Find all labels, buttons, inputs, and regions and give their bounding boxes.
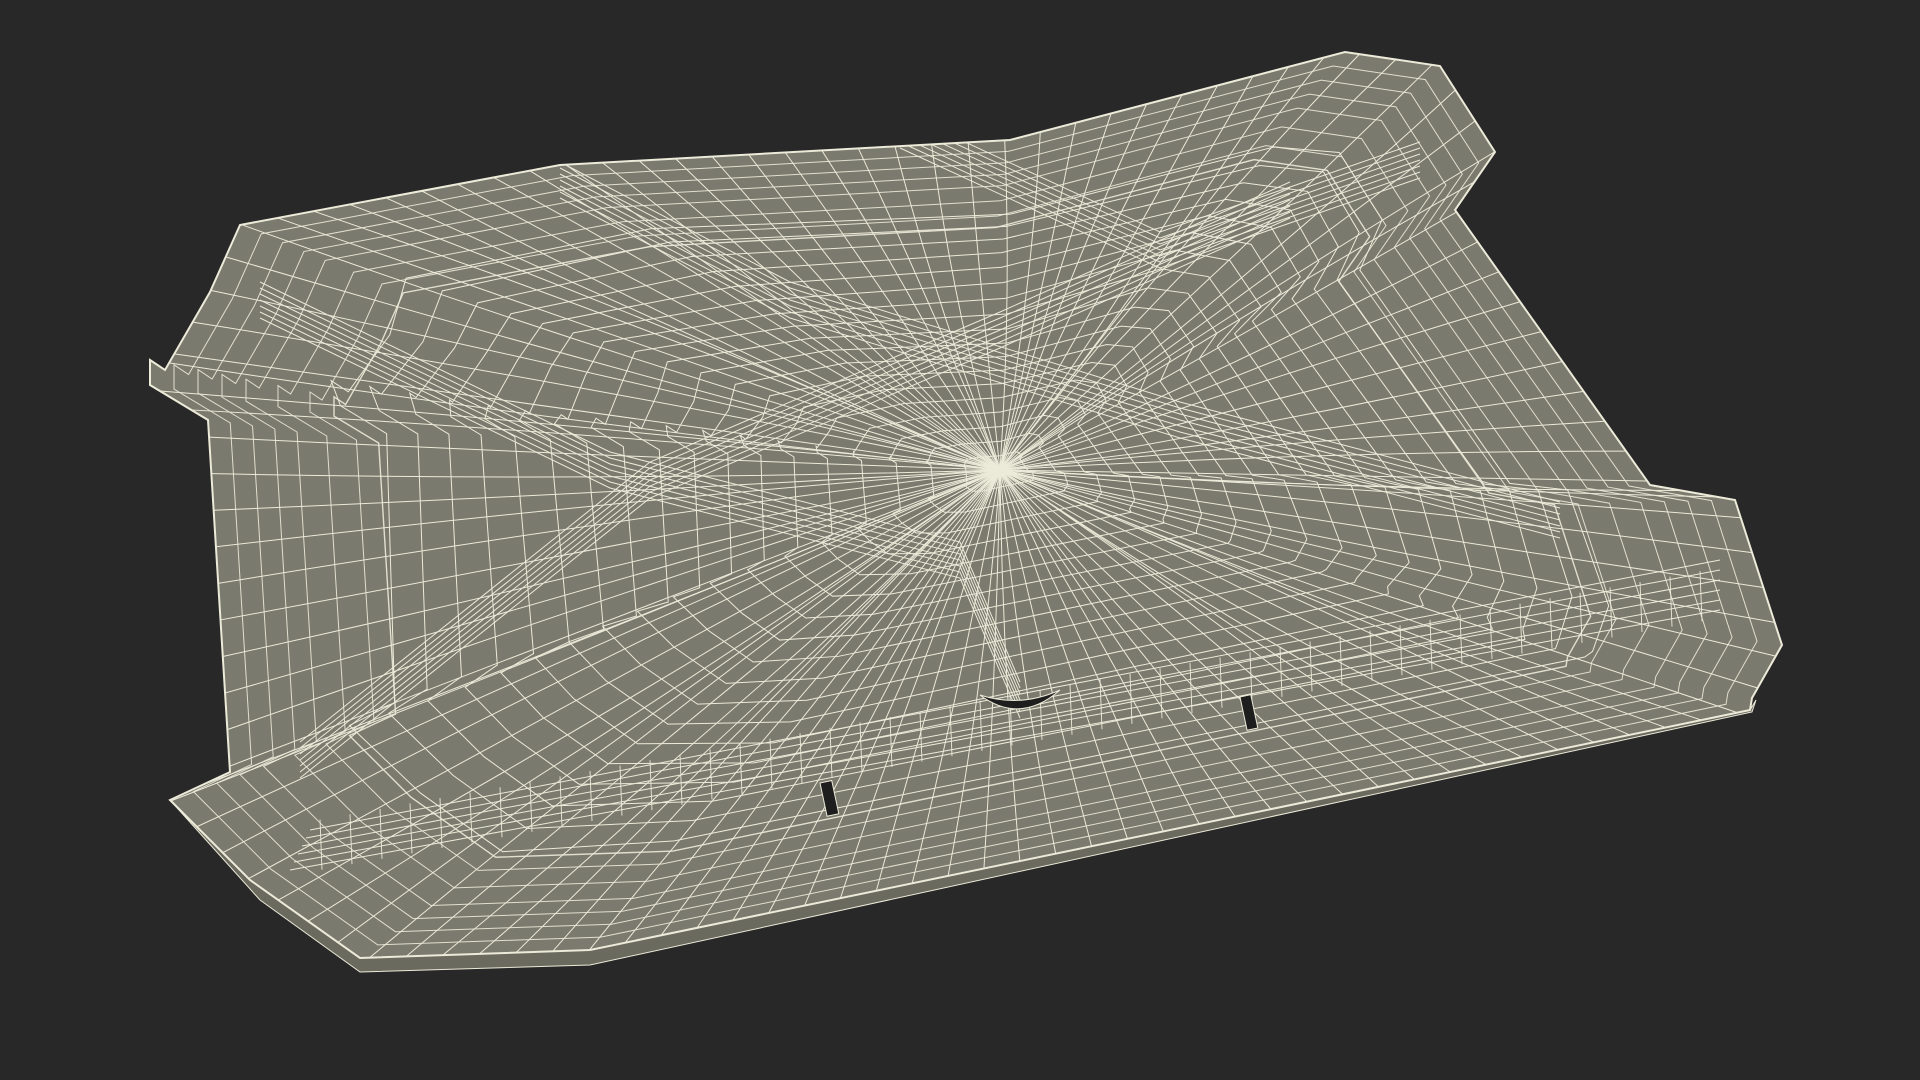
render-viewport — [0, 0, 1920, 1080]
wireframe-tray-render — [149, 50, 1784, 973]
